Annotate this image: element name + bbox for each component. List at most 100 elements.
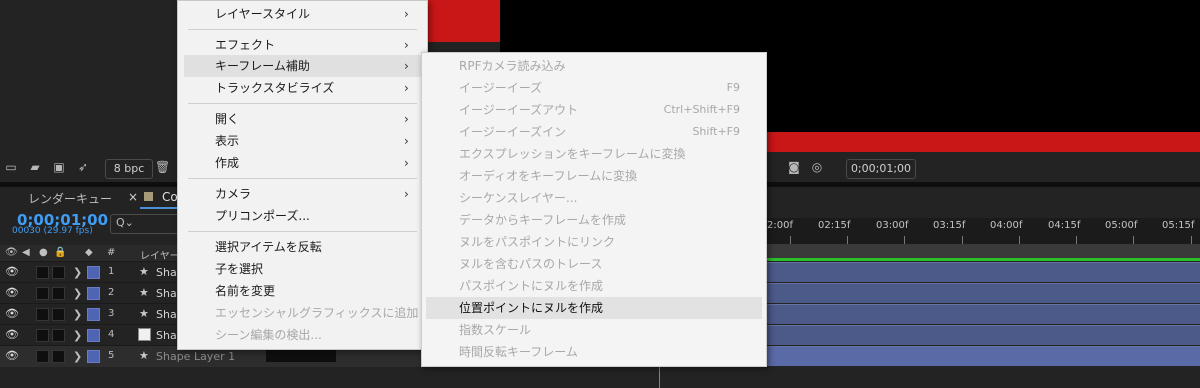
frame-info: 00030 (29.97 fps) [12,226,93,236]
submenu-item-label: イージーイーズイン [459,125,567,139]
submenu-item-label: ヌルを含むパスのトレース [459,257,603,271]
eye-icon[interactable]: 👁 [5,266,19,278]
shape-layer-icon: ★ [139,286,149,299]
lock-switch[interactable] [52,329,65,342]
solid-layer-icon [138,328,151,341]
menu-separator [188,29,417,30]
ruler-tick [1076,236,1077,244]
region-of-interest-icon[interactable]: ▭ [4,160,18,174]
layer-name-column-header[interactable]: レイヤー [140,247,180,262]
menu-item-open[interactable]: 開く › [178,108,427,130]
solo-switch[interactable] [36,329,49,342]
menu-item-track-stabilize[interactable]: トラックスタビライズ › [178,77,427,99]
bit-depth-button[interactable]: 8 bpc [105,159,153,179]
ruler-tick [962,236,963,244]
composition-red-layer [426,0,500,42]
eye-icon[interactable]: 👁 [5,329,19,341]
layer-duration-bar[interactable] [765,304,1200,324]
label-color-swatch[interactable] [87,287,100,300]
expand-arrow-icon[interactable]: ❯ [73,308,82,321]
lock-column-icon: 🔒 [54,247,67,258]
layer-duration-bar[interactable] [765,262,1200,282]
menu-item-keyframe-assistant[interactable]: キーフレーム補助 › [184,55,421,77]
snapshot-icon[interactable]: ▣ [52,160,66,174]
lock-switch[interactable] [52,350,65,363]
eye-icon[interactable]: 👁 [5,287,19,299]
submenu-item-easy-ease-in: イージーイーズイン Shift+F9 [426,121,762,143]
submenu-item-sequence-layers: シーケンスレイヤー... [426,187,762,209]
menu-item-layer-styles[interactable]: レイヤースタイル › [178,3,427,25]
submenu-item-label: イージーイーズ [459,81,543,95]
menu-item-create[interactable]: 作成 › [178,152,427,174]
submenu-item-create-nulls-from-position[interactable]: 位置ポイントにヌルを作成 [426,297,762,319]
expand-arrow-icon[interactable]: ❯ [73,329,82,342]
lock-switch[interactable] [52,308,65,321]
layer-duration-bar-selected[interactable] [765,346,1200,366]
menu-item-label: 開く [215,112,240,126]
ruler-tick [1133,236,1134,244]
layer-duration-bar[interactable] [765,325,1200,345]
label-color-swatch[interactable] [87,308,100,321]
label-color-swatch[interactable] [87,329,100,342]
layer-duration-bar[interactable] [765,283,1200,303]
menu-item-label: トラックスタビライズ [215,81,335,95]
layer-switches[interactable] [266,349,336,362]
layer-name[interactable]: Shape Layer 1 [156,350,235,363]
label-column-icon: ◆ [85,247,93,258]
shortcut: Shift+F9 [692,125,740,138]
eye-icon[interactable]: 👁 [5,308,19,320]
ruler-label: 05:00f [1105,220,1138,231]
audio-column-icon: ◀ [22,247,30,258]
menu-item-camera[interactable]: カメラ › [178,183,427,205]
trash-icon[interactable]: 🗑 [155,160,170,174]
chevron-right-icon: › [404,187,409,201]
tab-composition[interactable]: Co [162,190,178,204]
expand-arrow-icon[interactable]: ❯ [73,266,82,279]
submenu-item-label: シーケンスレイヤー... [459,191,578,205]
menu-item-invert-selection[interactable]: 選択アイテムを反転 [178,236,427,258]
flowchart-icon[interactable]: ➶ [76,160,90,174]
layer-name[interactable]: Sha [156,329,177,342]
menu-item-reveal[interactable]: 表示 › [178,130,427,152]
ruler-label: 03:15f [933,220,966,231]
ruler-tick [1191,236,1192,244]
solo-switch[interactable] [36,266,49,279]
submenu-item-label: 指数スケール [459,323,532,337]
camera-icon[interactable]: ◙ [787,160,801,174]
label-color-swatch[interactable] [87,266,100,279]
menu-item-effects[interactable]: エフェクト › [178,34,427,56]
ruler-label: 03:00f [876,220,909,231]
lock-switch[interactable] [52,266,65,279]
solo-switch[interactable] [36,350,49,363]
layer-number: 4 [108,329,115,340]
menu-item-label: エッセンシャルグラフィックスに追加 [215,306,419,320]
viewer-timecode[interactable]: 0;00;01;00 [846,159,916,179]
expand-arrow-icon[interactable]: ❯ [73,287,82,300]
number-column-header: # [107,247,116,258]
work-area-bar[interactable] [765,244,1200,258]
submenu-item-label: パスポイントにヌルを作成 [459,279,604,293]
menu-item-rename[interactable]: 名前を変更 [178,280,427,302]
submenu-item-label: データからキーフレームを作成 [459,213,626,227]
solo-switch[interactable] [36,308,49,321]
menu-item-pre-compose[interactable]: プリコンポーズ... [178,205,427,227]
solo-switch[interactable] [36,287,49,300]
submenu-item-trace-path-with-null: ヌルを含むパスのトレース [426,253,762,275]
menu-item-label: シーン編集の検出... [215,328,322,342]
eye-icon[interactable]: 👁 [5,350,19,362]
label-color-swatch[interactable] [87,350,100,363]
expand-arrow-icon[interactable]: ❯ [73,350,82,363]
tab-render-queue[interactable]: レンダーキュー [28,190,112,207]
show-snapshot-icon[interactable]: ◎ [810,160,824,174]
ruler-label: 02:15f [818,220,851,231]
chevron-right-icon: › [404,156,409,170]
folder-icon[interactable]: ▰ [28,160,42,174]
lock-switch[interactable] [52,287,65,300]
shortcut: Ctrl+Shift+F9 [663,103,740,116]
menu-item-select-children[interactable]: 子を選択 [178,258,427,280]
submenu-item-time-reverse-keyframes: 時間反転キーフレーム [426,341,762,363]
chevron-right-icon: › [404,134,409,148]
ruler-label: 05:15f [1162,220,1195,231]
shortcut: F9 [726,81,740,94]
tab-close-icon[interactable]: × [128,190,138,204]
